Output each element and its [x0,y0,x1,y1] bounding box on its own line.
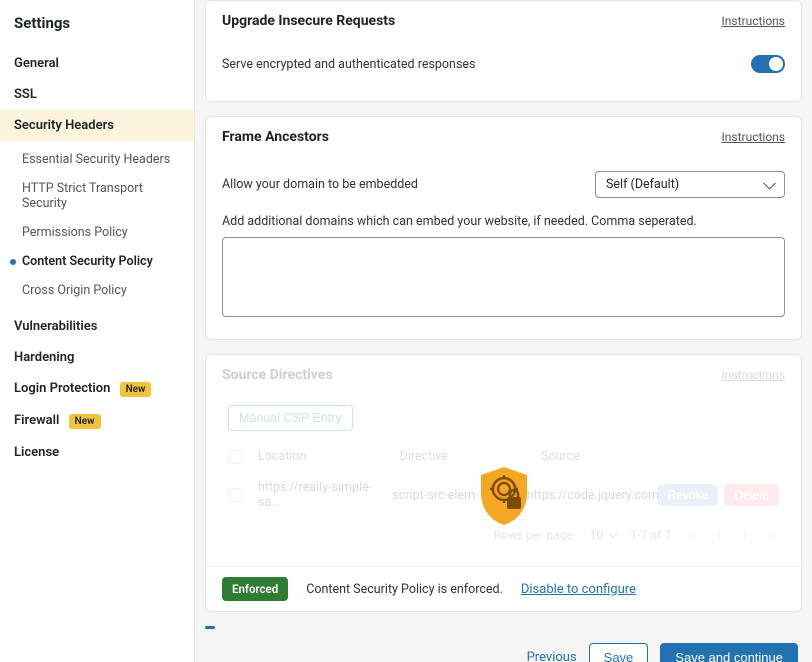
frame-embed-select[interactable]: Self (Default) [595,171,785,198]
manual-csp-button[interactable]: Manual CSP Entry [228,405,353,431]
save-button[interactable]: Save [589,643,649,662]
instructions-link[interactable]: Instructions [722,130,785,144]
previous-link[interactable]: Previous [527,650,577,662]
sidebar-item-hardening[interactable]: Hardening [0,342,194,373]
upgrade-toggle[interactable] [751,55,785,73]
frame-title: Frame Ancestors [222,129,329,145]
pager-next-icon[interactable]: › [739,528,751,542]
revoke-button[interactable]: Revoke [658,484,719,506]
table-header: Location Directive Source [222,441,785,472]
col-location: Location [258,449,400,464]
sidebar-sub-permissions[interactable]: Permissions Policy [0,218,194,247]
frame-additional-textarea[interactable] [222,237,785,317]
main-content: Upgrade Insecure Requests Instructions S… [195,0,812,662]
cell-source: https://code.jquery.com [527,488,659,503]
security-headers-sublist: Essential Security Headers HTTP Strict T… [0,141,194,311]
sidebar-item-vulnerabilities[interactable]: Vulnerabilities [0,311,194,342]
rows-per-page-label: Rows per page: [494,528,576,542]
new-badge: New [69,414,101,429]
instructions-link[interactable]: Instructions [722,368,785,382]
table-pager: Rows per page: 10 1-7 of 7 |‹ ‹ › ›| [222,518,785,548]
select-all-checkbox[interactable] [228,450,242,464]
save-continue-button[interactable]: Save and continue [660,643,798,662]
enforced-bar: Enforced Content Security Policy is enfo… [206,566,801,611]
sidebar-sub-cross-origin[interactable]: Cross Origin Policy [0,276,194,305]
table-row: https://really-simple-sa… script-src-ele… [222,472,785,518]
settings-title: Settings [0,10,194,48]
row-checkbox[interactable] [228,488,242,502]
upgrade-toggle-label: Serve encrypted and authenticated respon… [222,57,476,72]
pager-last-icon[interactable]: ›| [764,528,779,542]
upgrade-insecure-card: Upgrade Insecure Requests Instructions S… [205,0,802,102]
cell-location: https://really-simple-sa… [258,480,392,510]
pager-range: 1-7 of 7 [630,528,671,542]
sidebar-sub-hsts[interactable]: HTTP Strict Transport Security [0,174,194,218]
upgrade-title: Upgrade Insecure Requests [222,13,395,29]
col-source: Source [541,449,659,464]
delete-button[interactable]: Delete [724,484,779,506]
sidebar-item-license[interactable]: License [0,437,194,468]
settings-sidebar: Settings General SSL Security Headers Es… [0,0,195,662]
enforced-message: Content Security Policy is enforced. [306,582,503,597]
enforced-badge: Enforced [222,577,288,601]
progress-indicator [205,626,215,629]
sidebar-item-firewall[interactable]: Firewall New [0,405,194,437]
sidebar-item-label: Login Protection [14,381,110,396]
rows-per-page-select[interactable]: 10 [590,528,616,542]
frame-embed-label: Allow your domain to be embedded [222,177,418,192]
sidebar-item-ssl[interactable]: SSL [0,79,194,110]
sidebar-item-login-protection[interactable]: Login Protection New [0,373,194,405]
source-directives-card: Source Directives Instructions Manual CS… [205,354,802,612]
new-badge: New [120,382,152,397]
sidebar-item-security-headers[interactable]: Security Headers [0,110,194,141]
col-directive: Directive [400,449,542,464]
chevron-down-icon [609,530,617,538]
disable-to-configure-link[interactable]: Disable to configure [521,582,636,597]
sidebar-item-general[interactable]: General [0,48,194,79]
directives-table: Location Directive Source https://really… [222,441,785,518]
frame-additional-label: Add additional domains which can embed y… [222,208,785,237]
instructions-link[interactable]: Instructions [722,14,785,28]
source-title: Source Directives [222,367,333,383]
sidebar-item-label: Firewall [14,413,59,428]
footer-actions: Previous Save Save and continue [205,635,802,662]
frame-ancestors-card: Frame Ancestors Instructions Allow your … [205,116,802,340]
pager-prev-icon[interactable]: ‹ [713,528,725,542]
select-value: Self (Default) [606,177,679,192]
cell-directive: script-src-elem [392,488,526,503]
sidebar-sub-csp[interactable]: Content Security Policy [0,247,194,276]
sidebar-sub-essential[interactable]: Essential Security Headers [0,145,194,174]
pager-first-icon[interactable]: |‹ [685,528,700,542]
